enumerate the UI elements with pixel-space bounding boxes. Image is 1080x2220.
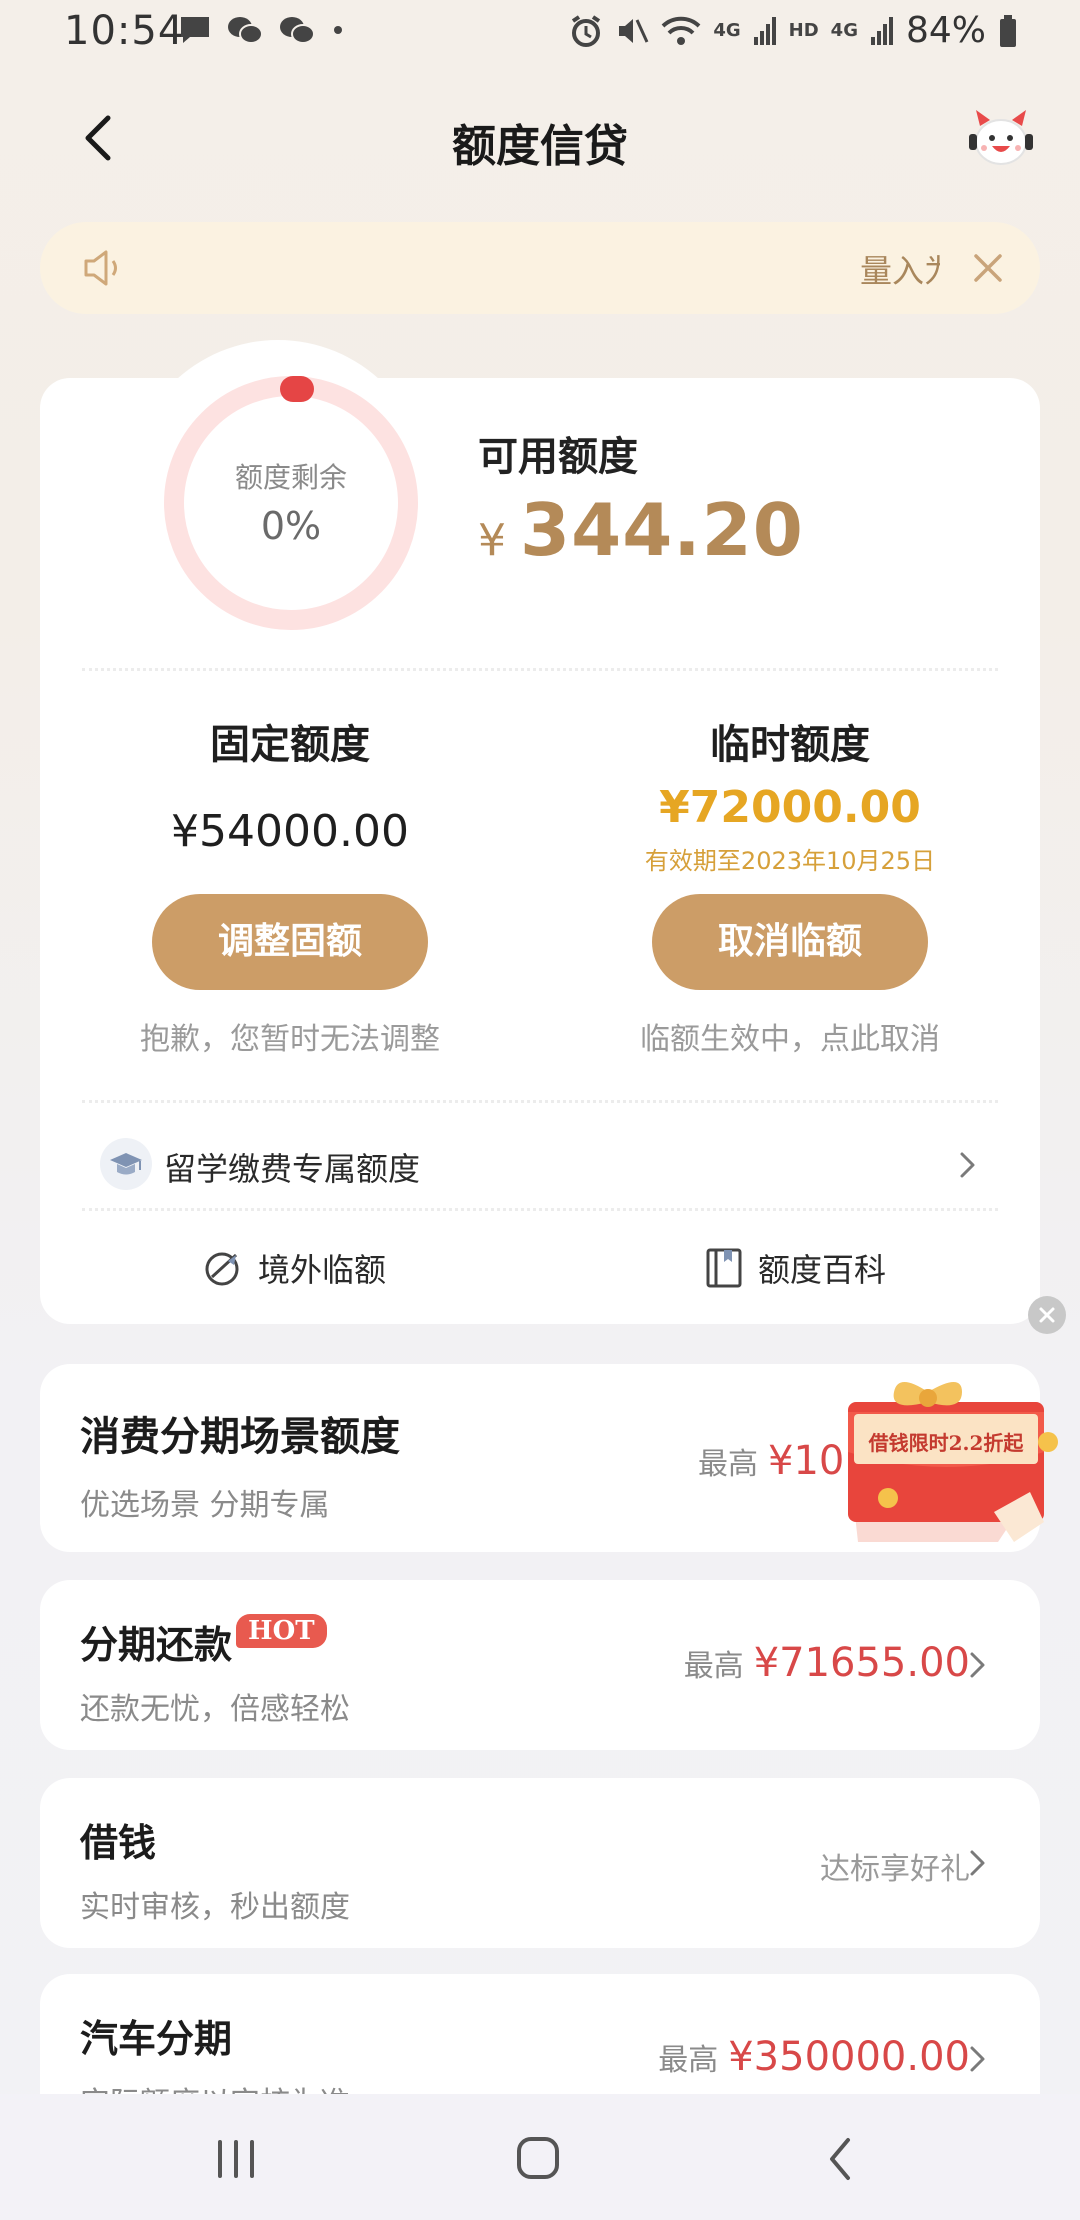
network-label: 4G	[713, 20, 741, 41]
card-max-amount: 最高 ¥10	[698, 1438, 844, 1484]
floating-ad-close-button[interactable]	[1028, 1296, 1066, 1334]
red-envelope-promo-icon[interactable]: 借钱限时2.2折起	[828, 1372, 1072, 1558]
graduation-cap-icon	[100, 1138, 152, 1190]
chevron-right-icon	[970, 1850, 985, 1876]
close-icon	[1039, 1307, 1055, 1323]
card-title: 消费分期场景额度	[80, 1414, 400, 1460]
amount-prefix: 最高	[683, 1649, 744, 1684]
card-subtitle: 优选场景 分期专属	[80, 1488, 330, 1523]
wifi-icon	[661, 16, 701, 45]
available-quota-label: 可用额度	[478, 434, 638, 480]
temp-quota-note[interactable]: 临额生效中，点此取消	[570, 1014, 1010, 1058]
network-label: 4G	[830, 20, 858, 41]
notification-icons	[178, 14, 346, 46]
page-title: 额度信贷	[452, 121, 628, 172]
network-label: HD	[788, 20, 819, 41]
overseas-label: 境外临额	[258, 1251, 387, 1289]
hot-badge: HOT	[236, 1614, 327, 1648]
list-item-right: 最高 ¥71655.00	[684, 1640, 970, 1686]
available-amount-value: 344.20	[520, 488, 804, 572]
divider	[82, 1208, 998, 1211]
cancel-temp-quota-button[interactable]: 取消临额	[652, 894, 928, 990]
list-item-right: 达标享好礼	[820, 1844, 970, 1888]
signal-icon	[870, 16, 893, 45]
battery-icon	[1000, 14, 1016, 47]
currency-symbol: ¥	[478, 515, 506, 566]
notice-text: 量入为	[860, 252, 940, 290]
list-item-title: 汽车分期	[80, 2017, 233, 2061]
home-icon[interactable]	[508, 2134, 568, 2184]
system-navigation-bar	[0, 2094, 1080, 2220]
notice-bar[interactable]: 量入为	[40, 222, 1040, 314]
amount-prefix: 最高	[698, 1447, 758, 1482]
overseas-temp-quota-link[interactable]: 境外临额	[202, 1240, 386, 1296]
list-item-installment-repayment[interactable]: 分期还款 HOT 还款无忧，倍感轻松 最高 ¥71655.00	[40, 1580, 1040, 1750]
chevron-right-icon	[960, 1152, 975, 1178]
fixed-quota-title: 固定额度	[210, 722, 370, 768]
amount-prefix: 最高	[658, 2043, 719, 2078]
divider	[82, 1100, 998, 1103]
ring-percent: 0%	[260, 504, 322, 548]
amount-value: ¥350000.00	[728, 2034, 970, 2080]
quota-ring-indicator	[280, 376, 314, 402]
temp-quota-section: 临时额度 ¥72000.00 有效期至2023年10月25日	[570, 712, 1010, 876]
quota-encyclopedia-link[interactable]: 额度百科	[704, 1240, 886, 1296]
reward-text: 达标享好礼	[820, 1852, 970, 1887]
list-item-title: 分期还款	[80, 1623, 233, 1667]
ring-label: 额度剩余	[234, 461, 347, 494]
fixed-quota-note: 抱歉，您暂时无法调整	[140, 1022, 440, 1057]
book-icon	[706, 1248, 742, 1288]
back-nav-icon[interactable]	[812, 2134, 872, 2184]
promo-text: 借钱限时2.2折起	[868, 1431, 1025, 1455]
mute-icon	[619, 18, 649, 43]
quota-ring	[164, 376, 418, 630]
encyclopedia-label: 额度百科	[758, 1251, 887, 1289]
header: 额度信贷	[0, 90, 1080, 186]
chevron-right-icon	[970, 2046, 985, 2072]
list-item-borrow[interactable]: 借钱 实时审核，秒出额度 达标享好礼	[40, 1778, 1040, 1948]
dot-icon	[334, 26, 342, 34]
temp-quota-title: 临时额度	[710, 722, 870, 768]
status-time: 10:54	[64, 8, 185, 54]
list-item-right: 最高 ¥350000.00	[658, 2034, 970, 2080]
list-item-subtitle: 实时审核，秒出额度	[80, 1890, 350, 1925]
study-abroad-label: 留学缴费专属额度	[164, 1150, 421, 1188]
fixed-quota-amount: ¥54000.00	[171, 806, 409, 857]
recent-apps-icon[interactable]	[206, 2134, 266, 2184]
temp-quota-amount: ¥72000.00	[659, 782, 921, 833]
battery-percent: 84%	[905, 10, 986, 51]
signal-icon	[753, 16, 776, 45]
system-icons: 4G HD 4G 84%	[569, 10, 1018, 51]
study-abroad-quota-row[interactable]: 留学缴费专属额度	[100, 1136, 980, 1192]
wechat-icon	[228, 17, 263, 44]
temp-quota-expiry: 有效期至2023年10月25日	[644, 847, 936, 875]
airplane-globe-icon	[205, 1252, 239, 1286]
list-item-title: 借钱	[80, 1821, 157, 1865]
available-quota-amount: ¥ 344.20	[478, 488, 804, 572]
status-bar: 10:54 4G HD 4G 84%	[0, 0, 1080, 66]
list-item-subtitle: 还款无忧，倍感轻松	[80, 1692, 350, 1727]
chevron-right-icon	[970, 1652, 985, 1678]
alarm-icon	[572, 14, 601, 47]
amount-value: ¥71655.00	[753, 1640, 970, 1686]
adjust-fixed-quota-button[interactable]: 调整固额	[152, 894, 428, 990]
fixed-quota-section: 固定额度 ¥54000.00	[70, 712, 510, 857]
customer-service-mascot-icon[interactable]	[966, 104, 1036, 174]
message-icon	[181, 17, 209, 43]
speaker-icon	[84, 250, 117, 286]
close-icon[interactable]	[968, 248, 1008, 288]
divider	[82, 668, 998, 671]
wechat-icon	[280, 17, 315, 44]
